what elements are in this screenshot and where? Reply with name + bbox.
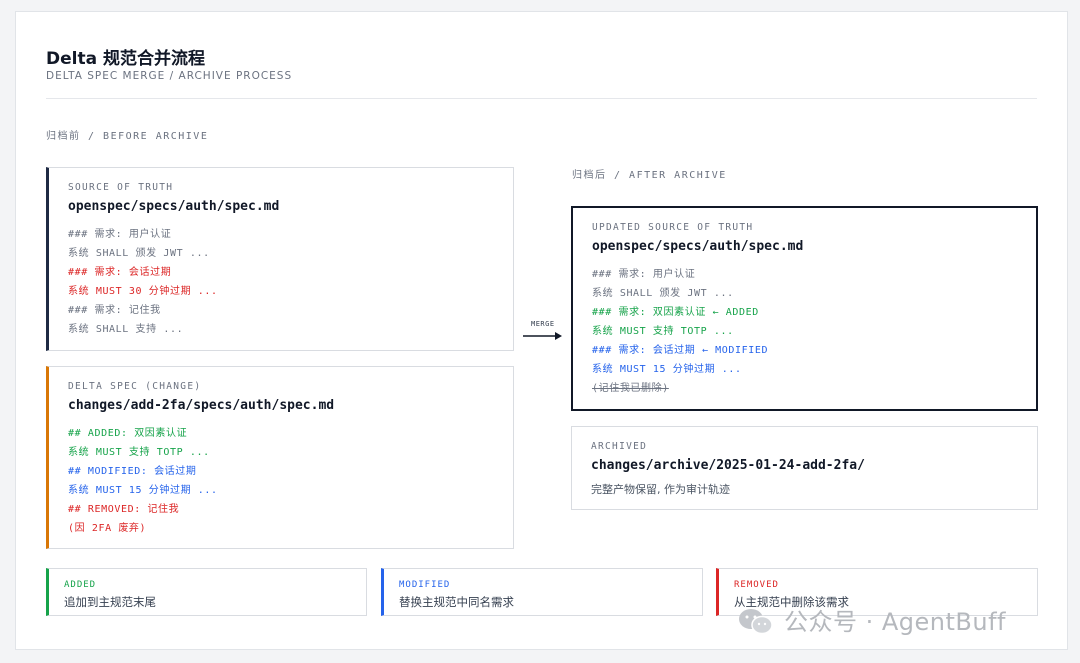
source-line: 系统 SHALL 颁发 JWT ... <box>68 248 210 259</box>
legend-added: ADDED 追加到主规范末尾 <box>46 568 367 616</box>
updated-line: ### 需求: 会话过期 ← MODIFIED <box>592 345 769 356</box>
delta-caption: DELTA SPEC (CHANGE) <box>68 381 202 392</box>
legend-modified-tag: MODIFIED <box>399 580 451 590</box>
merge-arrow-icon <box>523 332 562 340</box>
delta-spec-box: DELTA SPEC (CHANGE) changes/add-2fa/spec… <box>46 366 514 549</box>
legend-removed-tag: REMOVED <box>734 580 779 590</box>
legend-modified-desc: 替换主规范中同名需求 <box>399 595 514 609</box>
source-line: ### 需求: 记住我 <box>68 305 161 316</box>
delta-line: ## REMOVED: 记住我 <box>68 504 180 515</box>
source-caption: SOURCE OF TRUTH <box>68 182 174 193</box>
archived-description: 完整产物保留, 作为审计轨迹 <box>591 483 730 496</box>
updated-line: 系统 SHALL 颁发 JWT ... <box>592 288 734 299</box>
source-path: openspec/specs/auth/spec.md <box>68 199 280 214</box>
updated-line: 系统 MUST 15 分钟过期 ... <box>592 364 742 375</box>
source-of-truth-box: SOURCE OF TRUTH openspec/specs/auth/spec… <box>46 167 514 351</box>
source-line: ### 需求: 用户认证 <box>68 229 172 240</box>
updated-line: 系统 MUST 支持 TOTP ... <box>592 326 734 337</box>
archived-path: changes/archive/2025-01-24-add-2fa/ <box>591 458 865 473</box>
delta-line: ## ADDED: 双因素认证 <box>68 428 188 439</box>
delta-path: changes/add-2fa/specs/auth/spec.md <box>68 398 335 413</box>
updated-line-removed: (记住我已删除) <box>592 383 669 394</box>
source-line: 系统 SHALL 支持 ... <box>68 324 184 335</box>
merge-label: MERGE <box>531 320 555 328</box>
delta-line: 系统 MUST 支持 TOTP ... <box>68 447 210 458</box>
delta-line: ## MODIFIED: 会话过期 <box>68 466 197 477</box>
legend-added-tag: ADDED <box>64 580 97 590</box>
updated-line: ### 需求: 双因素认证 ← ADDED <box>592 307 759 318</box>
legend-added-desc: 追加到主规范末尾 <box>64 595 156 609</box>
wechat-logo-icon <box>739 609 773 635</box>
watermark-text: 公众号 · AgentBuff <box>784 608 1006 636</box>
header-divider <box>46 98 1037 99</box>
source-line: ### 需求: 会话过期 <box>68 267 172 278</box>
delta-line: 系统 MUST 15 分钟过期 ... <box>68 485 218 496</box>
updated-caption: UPDATED SOURCE OF TRUTH <box>592 222 754 233</box>
after-archive-label: 归档后 / AFTER ARCHIVE <box>572 170 727 181</box>
archived-caption: ARCHIVED <box>591 441 648 452</box>
updated-source-box: UPDATED SOURCE OF TRUTH openspec/specs/a… <box>571 206 1038 411</box>
updated-path: openspec/specs/auth/spec.md <box>592 239 804 254</box>
page-title: Delta 规范合并流程 <box>46 49 205 69</box>
archived-box: ARCHIVED changes/archive/2025-01-24-add-… <box>571 426 1038 510</box>
legend-modified: MODIFIED 替换主规范中同名需求 <box>381 568 703 616</box>
source-line: 系统 MUST 30 分钟过期 ... <box>68 286 218 297</box>
before-archive-label: 归档前 / BEFORE ARCHIVE <box>46 131 209 142</box>
updated-line: ### 需求: 用户认证 <box>592 269 696 280</box>
page-subtitle: DELTA SPEC MERGE / ARCHIVE PROCESS <box>46 70 293 82</box>
delta-line: (因 2FA 废弃) <box>68 523 147 534</box>
